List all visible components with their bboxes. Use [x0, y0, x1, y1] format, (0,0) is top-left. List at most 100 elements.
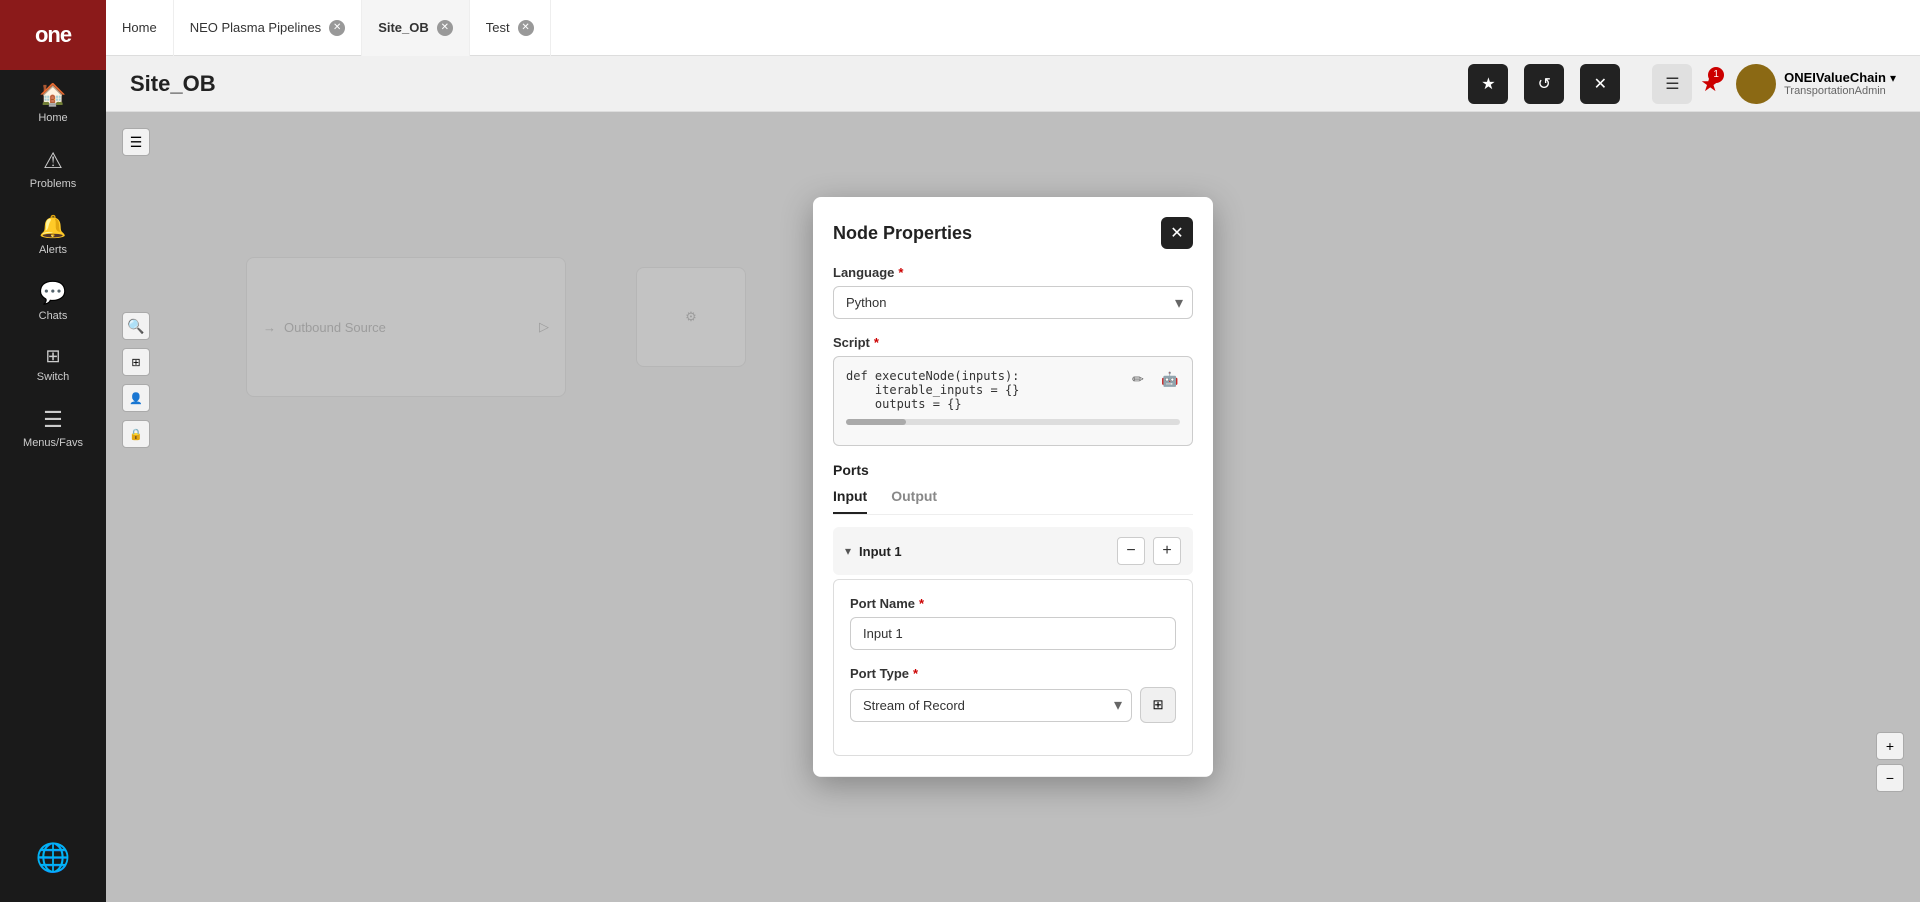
- robot-script-button[interactable]: 🤖: [1156, 365, 1184, 393]
- ports-label: Ports: [833, 462, 1193, 478]
- port-grid-button[interactable]: ⊞: [1140, 687, 1176, 723]
- sidebar-item-label: Alerts: [39, 244, 67, 256]
- port-name-input[interactable]: [850, 617, 1176, 650]
- sidebar: one 🏠 Home ⚠ Problems 🔔 Alerts 💬 Chats ⊞…: [0, 0, 106, 902]
- script-editor[interactable]: def executeNode(inputs): iterable_inputs…: [833, 356, 1193, 446]
- required-indicator: *: [913, 666, 918, 681]
- notification-area: ☰ ★ 1: [1652, 64, 1720, 104]
- tab-label: NEO Plasma Pipelines: [190, 20, 322, 35]
- modal-title: Node Properties: [833, 223, 972, 244]
- page-title: Site_OB: [130, 71, 1452, 97]
- port-row-input1[interactable]: ▾ Input 1 − +: [833, 527, 1193, 575]
- sidebar-item-problems[interactable]: ⚠ Problems: [0, 136, 106, 202]
- ports-tabs: Input Output: [833, 488, 1193, 515]
- modal-body: Language * Python JavaScript R Scrip: [813, 265, 1213, 776]
- tab-test[interactable]: Test ✕: [470, 0, 551, 56]
- fit-button[interactable]: ⊞: [122, 348, 150, 376]
- tab-label: Test: [486, 20, 510, 35]
- add-port-button[interactable]: +: [1153, 537, 1181, 565]
- remove-port-button[interactable]: −: [1117, 537, 1145, 565]
- modal-header: Node Properties ✕: [813, 197, 1213, 265]
- user-area: ONEIValueChain ▾ TransportationAdmin: [1736, 64, 1896, 104]
- refresh-button[interactable]: ↺: [1524, 64, 1564, 104]
- user-info-block: ONEIValueChain ▾ TransportationAdmin: [1784, 70, 1896, 97]
- menu-button[interactable]: ☰: [1652, 64, 1692, 104]
- sidebar-item-label: Menus/Favs: [23, 437, 83, 449]
- port-name-label: Port Name *: [850, 596, 1176, 611]
- zoom-out-button[interactable]: −: [1876, 764, 1904, 792]
- tab-site-ob[interactable]: Site_OB ✕: [362, 0, 470, 56]
- tab-close-site-ob[interactable]: ✕: [437, 20, 453, 36]
- app-logo[interactable]: one: [0, 0, 106, 70]
- sidebar-item-label: Switch: [37, 371, 69, 383]
- sidebar-item-home[interactable]: 🏠 Home: [0, 70, 106, 136]
- avatar: [1736, 64, 1776, 104]
- sidebar-bottom: 🌐: [28, 829, 79, 902]
- port-type-select[interactable]: Stream of Record Single Record Batch: [850, 689, 1132, 722]
- node-properties-modal: Node Properties ✕ Language * Python Java…: [813, 197, 1213, 777]
- sidebar-item-switch[interactable]: ⊞ Switch: [0, 334, 106, 395]
- page-header: Site_OB ★ ↺ ✕ ☰ ★ 1 ONEIValueChain ▾ Tra…: [106, 56, 1920, 112]
- tab-label: Home: [122, 20, 157, 35]
- required-indicator: *: [874, 335, 879, 350]
- zoom-search-button[interactable]: 🔍: [122, 312, 150, 340]
- lock-button[interactable]: 🔒: [122, 420, 150, 448]
- tab-label: Site_OB: [378, 20, 429, 35]
- sidebar-item-alerts[interactable]: 🔔 Alerts: [0, 202, 106, 268]
- sidebar-item-label: Chats: [39, 310, 68, 322]
- port-type-group: Port Type * Stream of Record Single Reco…: [850, 666, 1176, 723]
- port-name-group: Port Name *: [850, 596, 1176, 650]
- user-role: TransportationAdmin: [1784, 85, 1896, 97]
- required-indicator: *: [898, 265, 903, 280]
- language-select[interactable]: Python JavaScript R: [833, 286, 1193, 319]
- language-label: Language *: [833, 265, 1193, 280]
- close-page-button[interactable]: ✕: [1580, 64, 1620, 104]
- chevron-down-icon[interactable]: ▾: [1890, 71, 1896, 85]
- globe-icon: 🌐: [36, 841, 71, 874]
- sidebar-item-menus[interactable]: ☰ Menus/Favs: [0, 395, 106, 461]
- main-canvas: → Outbound Source ▷ ⚙ Node Properties ✕ …: [106, 112, 1920, 902]
- bell-icon: 🔔: [39, 214, 66, 240]
- modal-footer: Cancel Save: [813, 776, 1213, 777]
- script-actions: ✏ 🤖: [1124, 365, 1184, 393]
- tab-close-neo[interactable]: ✕: [329, 20, 345, 36]
- list-view-button[interactable]: ☰: [122, 128, 150, 156]
- script-scrollbar[interactable]: [846, 419, 1180, 425]
- sidebar-item-label: Home: [38, 112, 67, 124]
- tab-output[interactable]: Output: [891, 488, 937, 514]
- canvas-zoom-controls: 🔍 ⊞ 👤 🔒: [122, 312, 150, 448]
- sidebar-item-label: Problems: [30, 178, 76, 190]
- zoom-controls: + −: [1876, 732, 1904, 792]
- user-node-button[interactable]: 👤: [122, 384, 150, 412]
- script-label: Script *: [833, 335, 1193, 350]
- star-button[interactable]: ★: [1468, 64, 1508, 104]
- modal-close-button[interactable]: ✕: [1161, 217, 1193, 249]
- port-type-label: Port Type *: [850, 666, 1176, 681]
- port-row-name: Input 1: [859, 544, 1109, 559]
- tab-home[interactable]: Home: [106, 0, 174, 56]
- tab-neo[interactable]: NEO Plasma Pipelines ✕: [174, 0, 363, 56]
- grid-icon: ⊞: [1152, 697, 1163, 713]
- language-group: Language * Python JavaScript R: [833, 265, 1193, 319]
- tab-close-test[interactable]: ✕: [518, 20, 534, 36]
- script-group: Script * def executeNode(inputs): iterab…: [833, 335, 1193, 446]
- script-scrollbar-thumb: [846, 419, 906, 425]
- menu-icon: ☰: [43, 407, 63, 433]
- warning-icon: ⚠: [43, 148, 63, 174]
- tab-input[interactable]: Input: [833, 488, 867, 514]
- notification-dot[interactable]: ★ 1: [1700, 71, 1720, 97]
- tabs-bar: Home NEO Plasma Pipelines ✕ Site_OB ✕ Te…: [0, 0, 1920, 56]
- notification-badge: 1: [1708, 67, 1724, 83]
- language-select-wrapper: Python JavaScript R: [833, 286, 1193, 319]
- zoom-in-button[interactable]: +: [1876, 732, 1904, 760]
- home-icon: 🏠: [39, 82, 66, 108]
- chevron-down-icon[interactable]: ▾: [845, 544, 851, 558]
- canvas-left-controls: ☰: [122, 128, 150, 156]
- user-name: ONEIValueChain: [1784, 70, 1886, 85]
- chat-icon: 💬: [39, 280, 66, 306]
- port-type-row: Stream of Record Single Record Batch ⊞: [850, 687, 1176, 723]
- sidebar-globe[interactable]: 🌐: [28, 829, 79, 886]
- edit-script-button[interactable]: ✏: [1124, 365, 1152, 393]
- sidebar-item-chats[interactable]: 💬 Chats: [0, 268, 106, 334]
- port-type-select-wrapper: Stream of Record Single Record Batch: [850, 689, 1132, 722]
